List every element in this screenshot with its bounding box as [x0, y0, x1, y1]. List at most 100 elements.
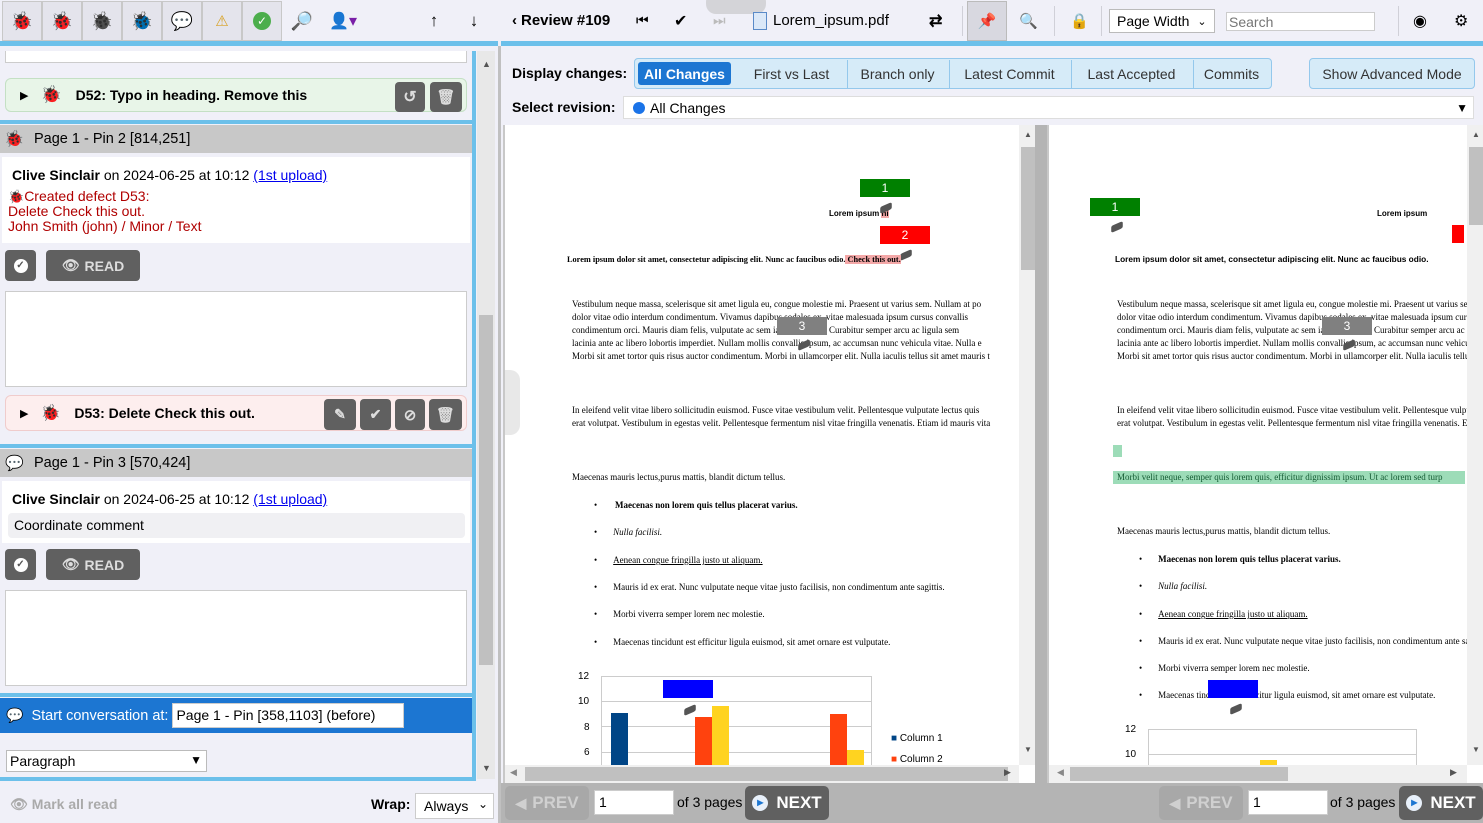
scroll-right-icon: ▶ [1450, 767, 1457, 777]
file-icon [753, 11, 767, 30]
doc-vertical-scrollbar[interactable]: ▲ ▼ [1019, 125, 1035, 765]
page-number-input[interactable]: 1 [594, 790, 674, 815]
eye-icon: ◉ [1413, 12, 1427, 30]
search-button[interactable]: 🔎 [287, 8, 317, 34]
delete-defect-button[interactable]: 🗑 [429, 399, 462, 430]
next-page-button[interactable]: ▶ NEXT [745, 786, 829, 820]
gridline [601, 701, 872, 702]
mark-all-read-button[interactable]: 👁 Mark all read [10, 796, 117, 813]
search-input[interactable] [1226, 12, 1375, 31]
pin-marker-3[interactable]: 3 [777, 317, 827, 335]
expand-arrow-icon[interactable]: ▶ [20, 407, 28, 420]
pin-marker-1[interactable]: 1 [1090, 198, 1140, 216]
skip-end-icon: ⏭ [713, 12, 726, 28]
panel-scrollbar[interactable]: ▲ ▼ [477, 51, 495, 779]
paragraph-format-select[interactable]: Paragraph ▼ [6, 750, 207, 772]
reject-defect-button[interactable]: ⊘ [395, 399, 425, 430]
eye-icon: 👁 [61, 257, 80, 273]
document-pane-after[interactable]: 1 Lorem ipsum Lorem ipsum dolor sit amet… [1047, 125, 1483, 783]
scroll-down-icon[interactable]: ▼ [482, 763, 491, 773]
pin-marker-1[interactable]: 1 [860, 179, 910, 197]
zoom-select[interactable]: Page Width ⌄ [1109, 9, 1215, 33]
page-number-input[interactable]: 1 [1248, 790, 1328, 815]
undo-icon: ↺ [403, 89, 417, 106]
red-bug-filter-button[interactable]: 🐞 [2, 1, 42, 41]
reopen-button[interactable]: ↺ [395, 82, 425, 112]
mark-check-button[interactable]: ✓ [5, 549, 36, 580]
defect-d53[interactable]: ▶ 🐞 D53: Delete Check this out. ✎ ✔ ⊘ 🗑 [5, 395, 467, 431]
mark-check-button[interactable]: ✓ [5, 250, 36, 281]
swap-button[interactable]: ⇄ [929, 0, 942, 41]
pane-divider [1035, 783, 1047, 823]
scrollbar-thumb[interactable] [479, 315, 493, 665]
warning-icon: ⚠ [215, 13, 229, 30]
splitter[interactable] [498, 46, 501, 823]
approve-button[interactable]: ✔ [674, 0, 687, 41]
wrap-select[interactable]: Always ⌄ [415, 793, 494, 819]
previous-item-button[interactable]: ↑ [419, 8, 449, 34]
pin-marker-2[interactable]: 2 [880, 226, 930, 244]
reply-textarea[interactable] [5, 51, 467, 63]
pin-header[interactable]: 🐞 Page 1 - Pin 2 [814,251] [0, 125, 472, 153]
warning-filter-button[interactable]: ⚠ [202, 1, 242, 41]
revision-select[interactable]: All Changes ▼ [623, 96, 1474, 119]
show-advanced-mode-button[interactable]: Show Advanced Mode [1309, 58, 1475, 89]
pushpin-icon: 📌 [977, 13, 997, 30]
pin-header[interactable]: 💬 Page 1 - Pin 3 [570,424] [0, 449, 472, 477]
doc-horizontal-scrollbar[interactable]: ◀ ▶ [505, 765, 1019, 783]
pin-marker-4[interactable] [663, 680, 713, 698]
next-item-button[interactable]: ↓ [459, 8, 489, 34]
tab-branch-only[interactable]: Branch only [847, 60, 947, 88]
reply-textarea[interactable] [5, 291, 467, 387]
doc-horizontal-scrollbar[interactable]: ◀ ▶ [1049, 765, 1467, 783]
grey-bug-filter-button[interactable]: 🐞 [82, 1, 122, 41]
prev-page-button[interactable]: ◀ PREV [505, 786, 589, 820]
tab-all-changes[interactable]: All Changes [638, 62, 731, 85]
blue-bug-add-filter-button[interactable]: 🐞 [122, 1, 162, 41]
pin-marker-2[interactable] [1452, 225, 1464, 243]
lock-button[interactable]: 🔒 [1070, 0, 1089, 41]
tab-latest-commit[interactable]: Latest Commit [949, 60, 1069, 88]
settings-button[interactable]: ⚙ [1454, 0, 1468, 41]
defect-d52[interactable]: ▶ 🐞 D52: Typo in heading. Remove this ↺ … [5, 78, 467, 112]
pin-location-field[interactable]: Page 1 - Pin [358,1103] (before) [172, 703, 405, 728]
resolve-defect-button[interactable]: ✔ [360, 399, 391, 430]
pagination-after: ◀ PREV 1 of 3 pages ▶ NEXT [1047, 783, 1483, 823]
zoom-in-button[interactable]: 🔍 [1019, 0, 1038, 41]
speech-bubbles-icon: 💬 [6, 707, 24, 723]
display-changes-label: Display changes: [512, 65, 628, 81]
upload-link[interactable]: (1st upload) [253, 491, 327, 507]
prev-page-button[interactable]: ◀ PREV [1159, 786, 1243, 820]
pin-marker-4[interactable] [1208, 680, 1258, 698]
scroll-up-icon: ▲ [1472, 130, 1480, 139]
revision-select-value: All Changes [650, 99, 726, 116]
doc-vertical-scrollbar[interactable]: ▲ ▼ [1467, 125, 1483, 765]
read-button[interactable]: 👁 READ [46, 549, 140, 580]
delete-button[interactable]: 🗑 [430, 82, 462, 112]
scroll-up-icon[interactable]: ▲ [482, 59, 491, 69]
pin-toggle-button[interactable]: 📌 [967, 1, 1007, 41]
first-version-button[interactable]: ⏮ [636, 0, 649, 41]
next-circle-icon: ▶ [752, 795, 769, 811]
edit-defect-button[interactable]: ✎ [324, 399, 356, 430]
collapse-handle[interactable] [505, 370, 520, 435]
read-button[interactable]: 👁 READ [46, 250, 140, 281]
visibility-button[interactable]: ◉ [1413, 0, 1427, 41]
document-pane-before[interactable]: Lorem ipsum hi 1 2 Lorem ipsum dolor sit… [503, 125, 1035, 783]
next-circle-icon: ▶ [1406, 795, 1423, 811]
divider [0, 120, 474, 124]
tab-first-vs-last[interactable]: First vs Last [738, 60, 845, 88]
back-to-review-link[interactable]: ‹ Review #109 [512, 0, 610, 41]
upload-link[interactable]: (1st upload) [253, 167, 327, 183]
magnifier-icon: 🔎 [290, 10, 314, 31]
reply-textarea[interactable] [5, 590, 467, 686]
tab-last-accepted[interactable]: Last Accepted [1071, 60, 1191, 88]
tab-commits[interactable]: Commits [1193, 60, 1269, 88]
user-filter-button[interactable]: 👤▾ [326, 8, 360, 34]
pin-marker-3[interactable]: 3 [1322, 317, 1372, 335]
next-page-button[interactable]: ▶ NEXT [1399, 786, 1483, 820]
green-bug-filter-button[interactable]: 🐞 [42, 1, 82, 41]
comments-filter-button[interactable]: 💬 [162, 1, 202, 41]
expand-arrow-icon[interactable]: ▶ [20, 89, 28, 102]
approved-filter-button[interactable]: ✓ [242, 1, 282, 41]
